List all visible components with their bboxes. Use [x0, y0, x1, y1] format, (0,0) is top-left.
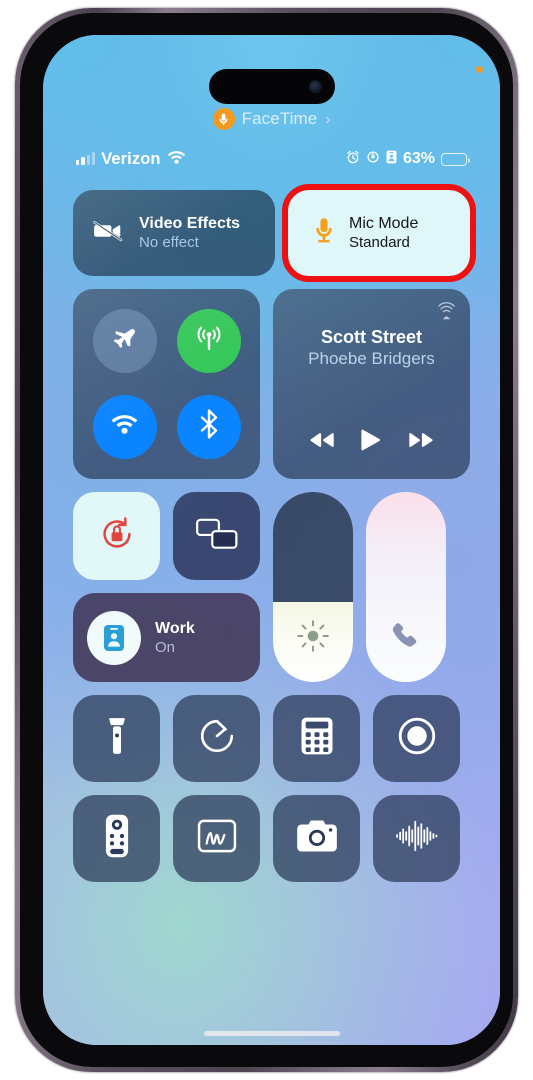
flashlight-button[interactable]: [73, 695, 160, 782]
bluetooth-toggle[interactable]: [176, 394, 241, 459]
calculator-icon: [300, 716, 334, 761]
carrier-name: Verizon: [101, 149, 161, 168]
volume-slider[interactable]: [366, 492, 446, 682]
bluetooth-icon: [199, 409, 219, 444]
sound-recognition-icon: [395, 819, 439, 858]
focus-id-card-icon: [386, 150, 397, 169]
wifi-icon: [167, 150, 186, 169]
video-effects-button[interactable]: Video Effects No effect: [73, 190, 275, 276]
phone-bezel: FaceTime › Verizon 63% Video Effects No …: [20, 13, 513, 1067]
phone-handset-icon: [366, 620, 446, 654]
camera-button[interactable]: [273, 795, 360, 882]
focus-mode-name: Work: [155, 619, 195, 637]
connectivity-and-media-row: Scott Street Phoebe Bridgers: [73, 289, 470, 479]
toggles-and-sliders-row: Work On: [73, 492, 470, 682]
status-bar-left: Verizon: [76, 150, 186, 169]
sun-icon: [273, 618, 353, 654]
now-playing-module[interactable]: Scott Street Phoebe Bridgers: [273, 289, 470, 479]
quick-note-icon: [197, 819, 237, 858]
facetime-label: FaceTime: [241, 109, 318, 128]
focus-mode-button[interactable]: Work On: [73, 593, 260, 682]
facetime-active-call-banner[interactable]: FaceTime ›: [43, 108, 500, 130]
wifi-icon: [110, 413, 139, 440]
quick-note-button[interactable]: [173, 795, 260, 882]
apple-tv-remote-icon: [105, 813, 129, 864]
now-playing-artist: Phoebe Bridgers: [308, 349, 435, 368]
mic-mode-subtitle: Standard: [349, 234, 410, 251]
id-card-icon: [87, 610, 141, 665]
airplane-icon: [111, 325, 139, 358]
microphone-in-use-indicator-icon: [476, 66, 483, 73]
camera-icon: [296, 819, 338, 858]
shortcuts-row-2: [73, 795, 470, 882]
apple-tv-remote-button[interactable]: [73, 795, 160, 882]
fast-forward-button[interactable]: [407, 431, 435, 454]
screen-record-icon: [397, 716, 437, 761]
rotation-lock-icon: [96, 513, 138, 560]
rewind-button[interactable]: [308, 431, 336, 454]
front-camera-icon: [308, 80, 322, 93]
rotation-lock-icon: [366, 150, 380, 169]
microphone-icon: [212, 108, 235, 130]
video-camera-slash-icon: [93, 219, 125, 248]
phone-screen: FaceTime › Verizon 63% Video Effects No …: [43, 35, 500, 1045]
wifi-toggle[interactable]: [92, 394, 157, 459]
screen-mirroring-toggle[interactable]: [173, 492, 260, 580]
alarm-clock-icon: [346, 150, 360, 169]
airplane-mode-toggle[interactable]: [92, 309, 157, 374]
play-button[interactable]: [361, 428, 381, 457]
rewind-icon: [308, 431, 336, 454]
connectivity-module: [73, 289, 260, 479]
video-effects-title: Video Effects: [139, 215, 241, 232]
fast-forward-icon: [407, 431, 435, 454]
flashlight-icon: [107, 716, 127, 761]
video-effects-subtitle: No effect: [139, 234, 199, 251]
chevron-right-icon: ›: [325, 110, 331, 128]
mic-mode-title: Mic Mode: [349, 215, 419, 232]
calculator-button[interactable]: [273, 695, 360, 782]
rotation-lock-toggle[interactable]: [73, 492, 160, 580]
screen-recording-button[interactable]: [373, 695, 460, 782]
brightness-slider[interactable]: [273, 492, 353, 682]
timer-button[interactable]: [173, 695, 260, 782]
dynamic-island[interactable]: [208, 69, 335, 104]
microphone-icon: [314, 217, 334, 250]
conferencing-controls-row: Video Effects No effect Mic Mode Standar…: [73, 184, 476, 282]
play-icon: [361, 428, 381, 457]
screen-mirroring-icon: [195, 517, 239, 556]
control-center: Video Effects No effect Mic Mode Standar…: [73, 184, 476, 895]
battery-percent-label: 63%: [402, 150, 435, 167]
sound-recognition-button[interactable]: [373, 795, 460, 882]
shortcuts-row-1: [73, 695, 470, 782]
toggles-column: Work On: [73, 492, 260, 682]
mic-mode-button[interactable]: Mic Mode Standard: [288, 190, 470, 276]
now-playing-texts: Scott Street Phoebe Bridgers: [287, 327, 456, 369]
cellular-data-toggle[interactable]: [176, 309, 241, 374]
status-bar-right: 63%: [346, 150, 470, 169]
timer-icon: [197, 716, 237, 761]
now-playing-title: Scott Street: [320, 327, 423, 347]
mic-mode-wrapper: Mic Mode Standard: [282, 184, 476, 282]
status-bar: Verizon 63%: [43, 147, 500, 171]
home-indicator[interactable]: [203, 1031, 340, 1036]
phone-frame: FaceTime › Verizon 63% Video Effects No …: [15, 8, 518, 1072]
focus-mode-state: On: [155, 638, 176, 656]
media-transport-controls: [287, 428, 456, 465]
cellular-signal-icon: [76, 152, 96, 165]
cellular-antenna-icon: [194, 325, 224, 358]
airplay-audio-icon[interactable]: [437, 301, 456, 325]
battery-icon: [441, 152, 470, 166]
